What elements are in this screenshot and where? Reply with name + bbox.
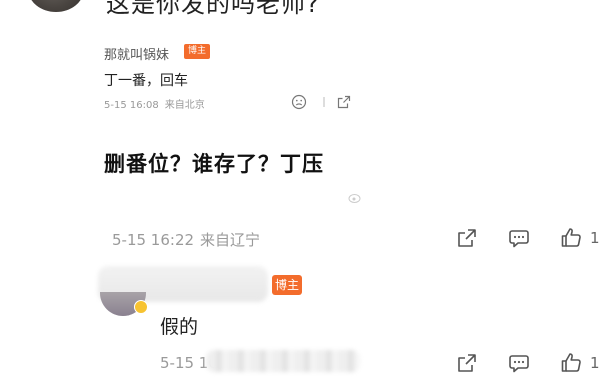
reply-meta-redacted bbox=[206, 350, 360, 372]
reply-share-icon[interactable] bbox=[456, 352, 478, 374]
weibo-watermark-icon bbox=[348, 194, 361, 203]
embedded-location: 来自北京 bbox=[164, 100, 205, 111]
embedded-meta: 5-15 16:08 来自北京 bbox=[104, 96, 205, 111]
embedded-comment-text: 丁一番，回车 bbox=[104, 73, 188, 89]
embedded-author-name: 那就叫锅妹 bbox=[104, 48, 170, 63]
embedded-author-badge: 博主 bbox=[184, 44, 210, 59]
comment-icon[interactable] bbox=[508, 227, 530, 249]
top-comment-text: 这是你发的吗老师? bbox=[106, 0, 320, 18]
like-icon[interactable] bbox=[560, 226, 582, 248]
reply-like-count: 1 bbox=[590, 354, 600, 372]
share-icon[interactable] bbox=[456, 227, 478, 249]
verified-badge-icon bbox=[134, 300, 148, 314]
reply-comment-icon[interactable] bbox=[508, 352, 530, 374]
reply-text: 假的 bbox=[160, 316, 199, 338]
reply-author-badge: 博主 bbox=[272, 275, 302, 295]
embedded-screenshot[interactable]: 那就叫锅妹 博主 丁一番，回车 5-15 16:08 来自北京 删番位？谁存了？丁… bbox=[104, 30, 366, 213]
embedded-time: 5-15 16:08 bbox=[104, 100, 159, 111]
embedded-headline: 删番位？谁存了？丁压 bbox=[104, 152, 324, 176]
like-count: 1 bbox=[590, 229, 600, 247]
comment-meta: 5-15 16:22 来自辽宁 bbox=[112, 229, 260, 250]
embedded-separator-icon bbox=[323, 97, 325, 107]
comment-location: 来自辽宁 bbox=[200, 231, 261, 249]
embedded-share-icon bbox=[337, 95, 351, 109]
embedded-emoji-icon bbox=[291, 94, 307, 110]
comment-time: 5-15 16:22 bbox=[112, 231, 195, 249]
reply-like-icon[interactable] bbox=[560, 351, 582, 373]
top-comment-avatar[interactable] bbox=[28, 0, 84, 12]
